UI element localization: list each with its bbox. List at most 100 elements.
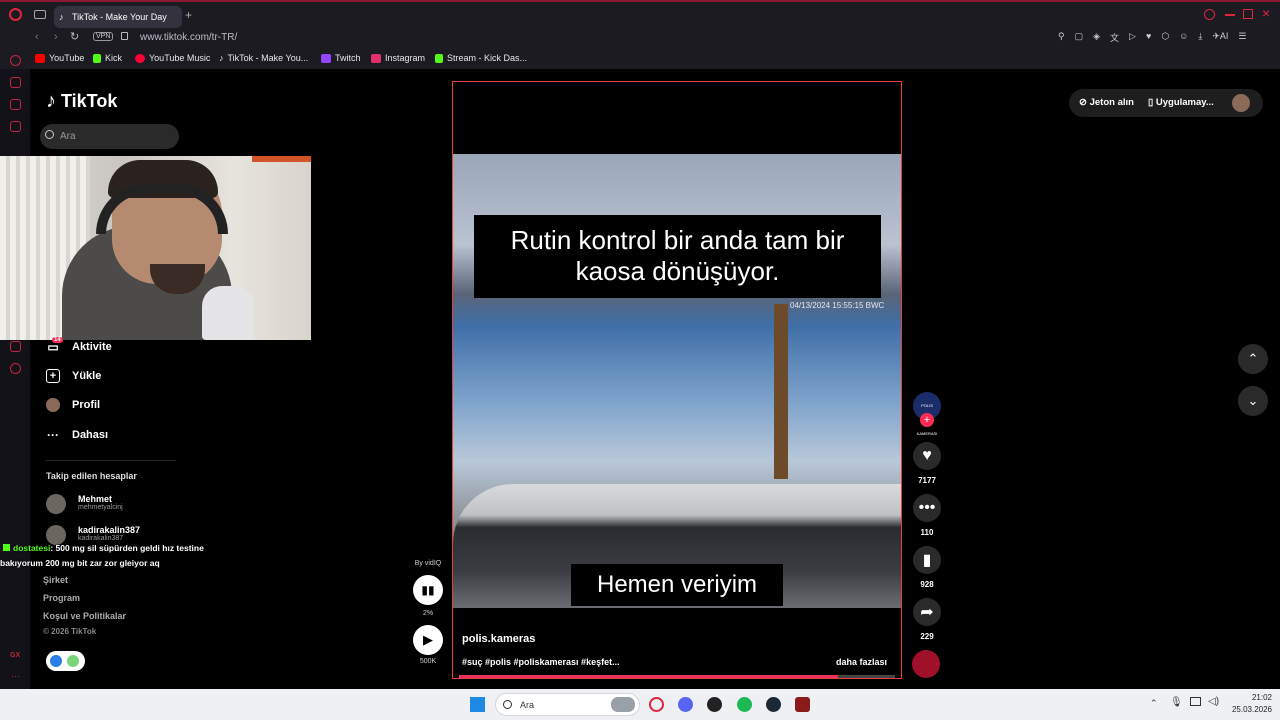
tray-chevron-icon[interactable]: ⌃ [1150,698,1158,709]
whatsapp-icon[interactable] [10,99,21,110]
snapshot-icon[interactable]: ▢ [1075,31,1084,44]
video-hashtags[interactable]: #suç #polis #poliskamerası #keşfet... [462,657,620,667]
back-button[interactable]: ‹ [35,31,39,43]
spotify-icon[interactable] [737,697,752,712]
network-icon[interactable] [1190,697,1201,706]
settings-icon[interactable] [10,363,21,374]
upload-icon: + [46,369,60,383]
video-author[interactable]: polis.kameras [462,633,535,645]
extensions-icon[interactable]: ⬡ [1161,31,1169,44]
minimize-button[interactable] [1225,14,1235,16]
bookmark-icon[interactable]: ▮ [913,546,941,574]
new-tab-button[interactable]: + [185,8,192,22]
instagram-sidebar-icon[interactable] [10,121,21,132]
video-caption-bottom: Hemen veriyim [571,564,783,606]
maximize-button[interactable] [1243,9,1253,19]
bookmark-instagram[interactable]: Instagram [371,53,425,63]
share-icon[interactable]: ➦ [913,598,941,626]
taskbar-search[interactable]: Ara [495,693,640,716]
microphone [202,286,254,340]
save-action[interactable]: ▮ 928 [912,546,942,589]
reload-icon[interactable]: ↻ [70,30,79,43]
bookmark-kick-stream[interactable]: Stream - Kick Das... [435,53,527,63]
tab-tiktok[interactable]: ♪ TikTok - Make Your Day [54,6,182,28]
footer-terms[interactable]: Koşul ve Politikalar [43,611,126,621]
shield-icon[interactable]: ◈ [1093,31,1100,44]
nav-more[interactable]: ··· Dahası [46,428,108,442]
get-coins-button[interactable]: ⊘ Jeton alın [1079,97,1134,108]
bookmark-kick[interactable]: Kick [93,53,122,63]
bookmark-tiktok[interactable]: ♪ TikTok - Make You... [219,53,308,63]
avatar[interactable] [1232,94,1250,112]
download-icon[interactable]: ⤓ [1198,31,1202,44]
more-link[interactable]: daha fazlası [836,657,887,667]
tab-manager-icon[interactable] [34,10,46,19]
utility-pole [774,304,788,479]
forward-button[interactable]: › [54,31,58,43]
bookmark-youtube-music[interactable]: YouTube Music [135,53,210,63]
app-toggle[interactable] [46,651,85,671]
messenger-icon[interactable] [10,77,21,88]
app-icon [50,655,62,667]
video-player[interactable]: Rutin kontrol bir anda tam bir kaosa dön… [452,81,902,679]
previous-video-button[interactable]: ⌃ [1238,344,1268,374]
comment-count: 110 [920,528,934,537]
gx-icon[interactable]: GX [10,652,20,659]
discord-icon[interactable] [678,697,693,712]
windows-taskbar: Ara ⌃ 🎙 ◁) 21:02 25.03.2026 [0,689,1280,720]
close-window-button[interactable]: × [1262,5,1270,21]
game-taskbar-icon[interactable] [795,697,810,712]
url-field[interactable]: www.tiktok.com/tr-TR/ [140,32,237,43]
vidiq-stats-button[interactable]: ▮▮ [413,575,443,605]
coin-icon: ⊘ [1079,97,1090,108]
search-tabs-icon[interactable] [1204,9,1215,20]
footer-company[interactable]: Şirket [43,575,68,585]
play-icon[interactable]: ▷ [1129,31,1136,44]
share-action[interactable]: ➦ 229 [912,598,942,641]
nav-upload[interactable]: + Yükle [46,369,101,383]
get-app-button[interactable]: ▯ Uygulamay... [1148,97,1214,108]
feed-icon[interactable] [10,341,21,352]
youtube-music-icon [135,53,145,63]
vpn-badge[interactable]: VPN [93,32,114,41]
chevron-down-icon: ⌄ [1247,393,1259,408]
video-progress-bar[interactable] [459,675,895,678]
search-icon [45,130,54,139]
bookmark-twitch[interactable]: Twitch [321,53,361,63]
windows-start-icon[interactable] [470,697,485,712]
bookmark-youtube[interactable]: YouTube [35,53,84,63]
ai-icon[interactable]: ✈AI [1212,31,1228,44]
phone-icon: ▯ [1148,97,1156,108]
more-sidebar-icon[interactable]: ··· [11,671,20,681]
like-action[interactable]: ♥ 7177 [912,442,942,485]
sound-disc-icon[interactable] [912,650,940,678]
author-avatar[interactable]: POLIS KAMERASI + [912,392,942,436]
comment-action[interactable]: ••• 110 [912,494,942,537]
comment-icon[interactable]: ••• [913,494,941,522]
search-placeholder: Ara [60,131,76,142]
history-icon[interactable] [10,55,21,66]
next-video-button[interactable]: ⌄ [1238,386,1268,416]
microphone-icon[interactable]: 🎙 [1170,697,1183,708]
opera-logo-icon[interactable] [9,8,22,21]
footer-program[interactable]: Program [43,593,80,603]
translate-icon[interactable]: 文 [1110,31,1119,44]
pin-icon[interactable]: ⚲ [1058,31,1065,44]
following-item[interactable]: Mehmet mehmetyalcinj [46,494,123,514]
nav-profile[interactable]: Profil [46,398,100,412]
heart-icon[interactable]: ♥ [913,442,941,470]
vidiq-percent: 2% [422,610,434,617]
search-input[interactable]: Ara [40,124,179,149]
heart-icon[interactable]: ♥ [1146,31,1151,44]
opera-gx-taskbar-icon[interactable] [649,697,664,712]
app-taskbar-icon[interactable] [707,697,722,712]
top-right-actions: ⊘ Jeton alın ▯ Uygulamay... [1069,89,1263,117]
steam-icon[interactable] [766,697,781,712]
tiktok-logo[interactable]: ♪ TikTok [46,90,117,113]
vidiq-play-button[interactable]: ▶ [413,625,443,655]
profile-icon[interactable]: ☺ [1179,31,1188,44]
volume-icon[interactable]: ◁) [1208,696,1219,707]
menu-icon[interactable]: ☰ [1238,31,1246,44]
nav-activity[interactable]: ▭ 14 Aktivite [46,337,112,354]
clock[interactable]: 21:02 25.03.2026 [1228,692,1272,716]
